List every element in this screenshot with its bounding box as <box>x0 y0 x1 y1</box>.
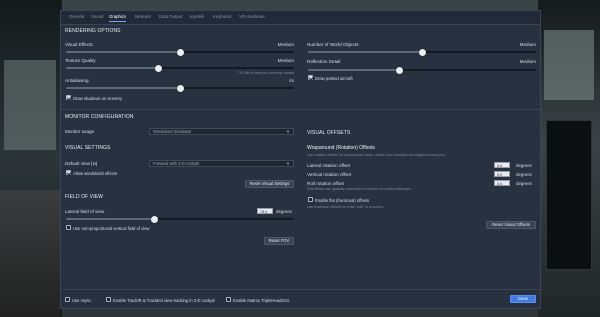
tab-general[interactable]: General <box>69 14 84 19</box>
lateral-offset-label: Lateral rotation offset <box>307 163 351 168</box>
settings-dialog: General Sound Graphics Network Data Outp… <box>60 10 542 309</box>
tab-data-output[interactable]: Data Output <box>159 14 182 19</box>
monitor-usage-dropdown[interactable]: Windowed Simulator ▼ <box>149 128 294 135</box>
vertical-offset-unit: degrees <box>516 172 532 177</box>
roll-offset-note: Roll offsets are typically used when a m… <box>307 187 412 191</box>
texture-quality-slider[interactable] <box>66 64 294 72</box>
reset-fov-button[interactable]: Reset FOV <box>264 237 294 245</box>
lateral-fov-unit: degrees <box>276 209 292 214</box>
world-objects-label: Number of World Objects <box>307 42 359 47</box>
windshield-effects-checkbox[interactable] <box>66 170 71 175</box>
default-view-dropdown[interactable]: Forward with 3-D cockpit ▼ <box>149 160 294 167</box>
flat-offsets-label: Enable flat (fractional) offsets <box>315 197 370 203</box>
nonprop-fov-label: Use non-proportional vertical field of v… <box>73 225 150 231</box>
default-view-label: Default view [w] <box>65 161 98 166</box>
done-button[interactable]: Done <box>510 295 536 303</box>
vsync-label: Use vsync <box>72 297 92 303</box>
visual-settings-heading: VISUAL SETTINGS <box>65 145 111 151</box>
visual-effects-knob[interactable] <box>177 48 184 56</box>
visual-effects-fill <box>66 51 180 53</box>
right-window <box>544 30 594 100</box>
draw-shadows-label: Draw shadows on scenery <box>73 95 123 101</box>
world-objects-knob[interactable] <box>419 48 426 56</box>
chevron-down-icon: ▼ <box>286 161 290 166</box>
tab-sound[interactable]: Sound <box>91 14 103 19</box>
monitor-usage-label: Monitor usage <box>65 129 95 134</box>
reset-visual-offsets-button[interactable]: Reset Visual Offsets <box>486 221 536 229</box>
reset-visual-settings-button[interactable]: Reset Visual Settings <box>245 180 294 188</box>
lateral-fov-knob[interactable] <box>151 215 158 223</box>
draw-shadows-checkbox[interactable] <box>66 95 71 100</box>
flat-offsets-note: Use fractional offsets for a flat "wall"… <box>307 205 384 209</box>
left-window <box>4 60 56 150</box>
vertical-offset-input[interactable]: 0.0 <box>494 171 510 177</box>
lateral-fov-input[interactable]: 75.0 <box>257 208 273 214</box>
parked-aircraft-label: Draw parked aircraft <box>315 75 353 81</box>
footer-divider <box>61 289 542 290</box>
antialiasing-value: 4x <box>289 78 294 83</box>
monitor-usage-value: Windowed Simulator <box>153 129 192 134</box>
trackir-label: Enable TrackIR & Tracktrol view tracking… <box>113 297 215 303</box>
world-objects-slider[interactable] <box>308 48 536 56</box>
lateral-fov-slider[interactable] <box>66 215 294 223</box>
visual-effects-slider[interactable] <box>66 48 294 56</box>
visual-offsets-heading: VISUAL OFFSETS <box>307 130 351 136</box>
lateral-offset-input[interactable]: 0.0 <box>494 162 510 168</box>
antialiasing-fill <box>66 87 180 89</box>
reflection-detail-fill <box>308 69 399 71</box>
trackir-checkbox[interactable] <box>106 297 111 302</box>
vertical-offset-label: Vertical rotation offset <box>307 172 352 177</box>
field-of-view-heading: FIELD OF VIEW <box>65 194 103 200</box>
chevron-down-icon: ▼ <box>286 129 290 134</box>
antialiasing-label: Antialiasing <box>65 78 89 83</box>
world-objects-value: Medium <box>519 42 536 47</box>
roll-offset-unit: degrees <box>516 181 532 186</box>
antialiasing-knob[interactable] <box>177 84 184 92</box>
flat-offsets-checkbox[interactable] <box>308 197 313 202</box>
reflection-detail-value: Medium <box>519 59 536 64</box>
visual-effects-label: Visual Effects <box>65 42 93 47</box>
windshield-effects-label: Allow windshield effects <box>73 170 118 176</box>
reflection-detail-label: Reflection Detail <box>307 59 341 64</box>
monitor-config-heading: MONITOR CONFIGURATION <box>65 114 134 120</box>
antialiasing-slider[interactable] <box>66 84 294 92</box>
vsync-checkbox[interactable] <box>65 297 70 302</box>
world-objects-fill <box>308 51 422 53</box>
wraparound-desc: Use rotation offsets for wraparound view… <box>307 153 446 157</box>
visual-effects-value: Medium <box>277 42 294 47</box>
texture-memory-note: 711 MB of textures currently loaded <box>237 71 294 75</box>
default-view-value: Forward with 3-D cockpit <box>153 161 200 166</box>
tab-bar: General Sound Graphics Network Data Outp… <box>61 11 540 25</box>
matrox-label: Enable Matrox TripleHead2Go <box>233 297 290 303</box>
roll-offset-input[interactable]: 0.0 <box>494 180 510 186</box>
texture-quality-label: Texture Quality <box>65 58 96 63</box>
texture-quality-value: Medium <box>277 58 294 63</box>
cockpit-left-panel <box>0 190 60 317</box>
tab-keyboard[interactable]: Keyboard <box>213 14 231 19</box>
reflection-detail-knob[interactable] <box>396 66 403 74</box>
texture-quality-fill <box>66 67 158 69</box>
parked-aircraft-checkbox[interactable] <box>308 75 313 80</box>
roll-offset-label: Roll rotation offset <box>307 181 344 186</box>
cockpit-right-panel <box>546 120 592 270</box>
rendering-options-heading: RENDERING OPTIONS <box>65 28 121 34</box>
nonprop-fov-checkbox[interactable] <box>66 225 71 230</box>
reflection-detail-slider[interactable] <box>308 66 536 74</box>
wraparound-offsets-heading: Wraparound (Rotation) Offsets <box>307 145 375 151</box>
tab-vr-hardware[interactable]: VR Hardware <box>239 14 265 19</box>
tab-joystick[interactable]: Joystick <box>189 14 204 19</box>
texture-quality-knob[interactable] <box>155 64 162 72</box>
tab-network[interactable]: Network <box>135 14 151 19</box>
lateral-fov-label: Lateral field of view <box>65 209 105 214</box>
tab-graphics[interactable]: Graphics <box>109 14 127 22</box>
lateral-fov-fill <box>66 218 154 220</box>
matrox-checkbox[interactable] <box>226 297 231 302</box>
section-divider <box>61 109 542 110</box>
lateral-offset-unit: degrees <box>516 163 532 168</box>
